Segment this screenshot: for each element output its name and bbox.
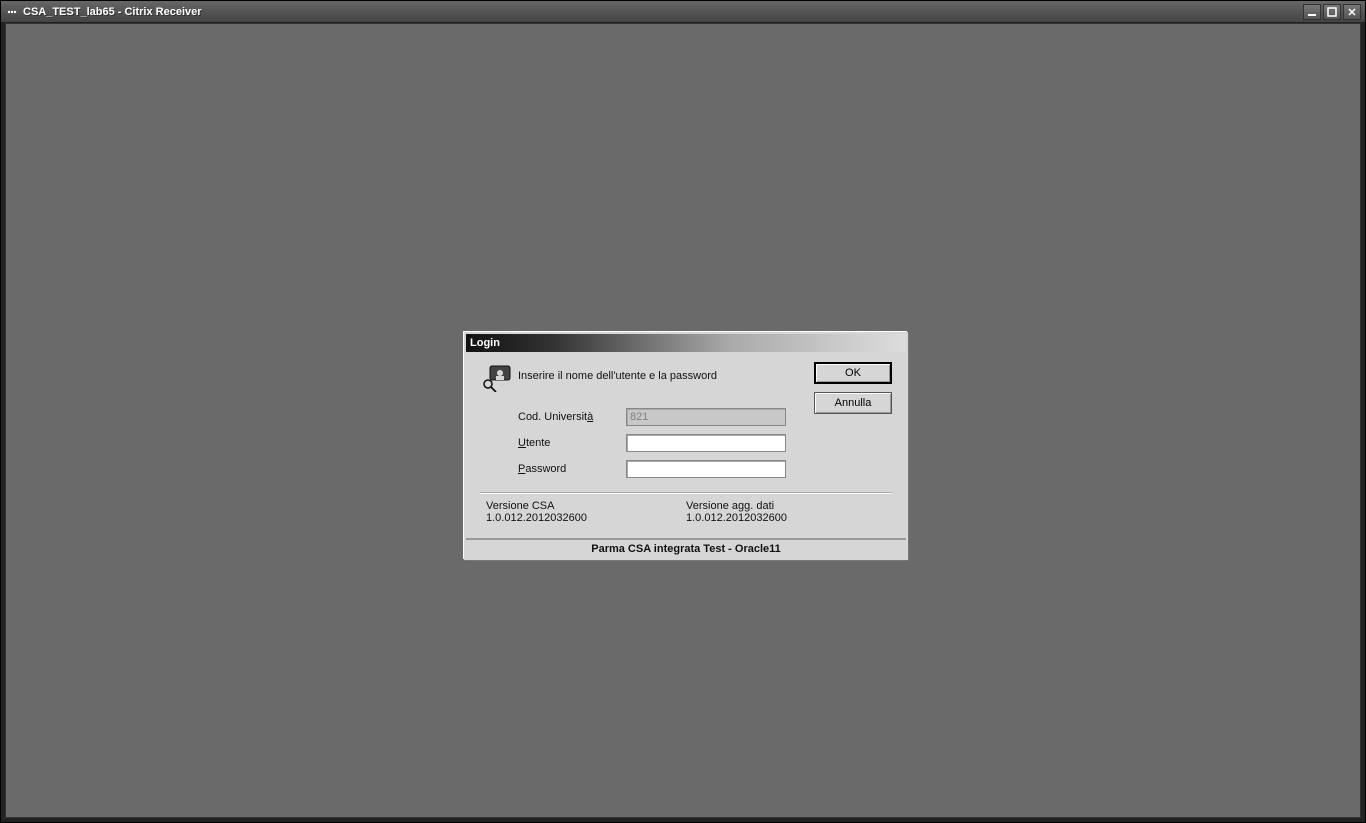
version-agg-value: 1.0.012.2012032600 (686, 512, 886, 524)
login-dialog: Login Inserire il nome dell'utente e la … (464, 332, 908, 560)
label-utente-accel: U (518, 437, 526, 449)
maximize-button[interactable] (1323, 4, 1341, 20)
row-utente: Utente (518, 430, 892, 456)
ok-button[interactable]: OK (814, 362, 892, 384)
version-csa-label: Versione CSA (486, 500, 686, 512)
version-row: Versione CSA 1.0.012.2012032600 Versione… (480, 500, 892, 530)
input-password[interactable] (626, 460, 786, 478)
dialog-footer: Parma CSA integrata Test - Oracle11 (466, 538, 906, 558)
close-button[interactable] (1343, 4, 1361, 20)
citrix-window: CSA_TEST_lab65 - Citrix Receiver Login (0, 0, 1366, 823)
version-csa-value: 1.0.012.2012032600 (486, 512, 686, 524)
label-cod-accel: à (587, 411, 593, 423)
cancel-button[interactable]: Annulla (814, 392, 892, 414)
dialog-buttons: OK Annulla (814, 362, 892, 414)
label-cod-universita: Cod. Università (518, 411, 626, 423)
window-titlebar: CSA_TEST_lab65 - Citrix Receiver (1, 1, 1365, 23)
minimize-button[interactable] (1303, 4, 1321, 20)
login-icon (480, 362, 518, 392)
dialog-title: Login (466, 334, 906, 352)
version-csa: Versione CSA 1.0.012.2012032600 (486, 500, 686, 524)
label-utente: Utente (518, 437, 626, 449)
label-utente-rest: tente (526, 437, 550, 449)
divider (480, 492, 892, 494)
citrix-app-icon (5, 5, 19, 19)
client-area: Login Inserire il nome dell'utente e la … (5, 23, 1361, 818)
form-area: Cod. Università Utente Password (518, 404, 892, 482)
input-utente[interactable] (626, 434, 786, 452)
label-password-rest: assword (525, 463, 566, 475)
instruction-text: Inserire il nome dell'utente e la passwo… (518, 362, 717, 382)
row-password: Password (518, 456, 892, 482)
label-password: Password (518, 463, 626, 475)
window-controls (1303, 4, 1361, 20)
version-agg: Versione agg. dati 1.0.012.2012032600 (686, 500, 886, 524)
window-title: CSA_TEST_lab65 - Citrix Receiver (23, 6, 1303, 18)
label-cod-pre: Cod. Universit (518, 411, 587, 423)
version-agg-label: Versione agg. dati (686, 500, 886, 512)
input-cod-universita (626, 408, 786, 426)
dialog-body: Inserire il nome dell'utente e la passwo… (466, 352, 906, 538)
